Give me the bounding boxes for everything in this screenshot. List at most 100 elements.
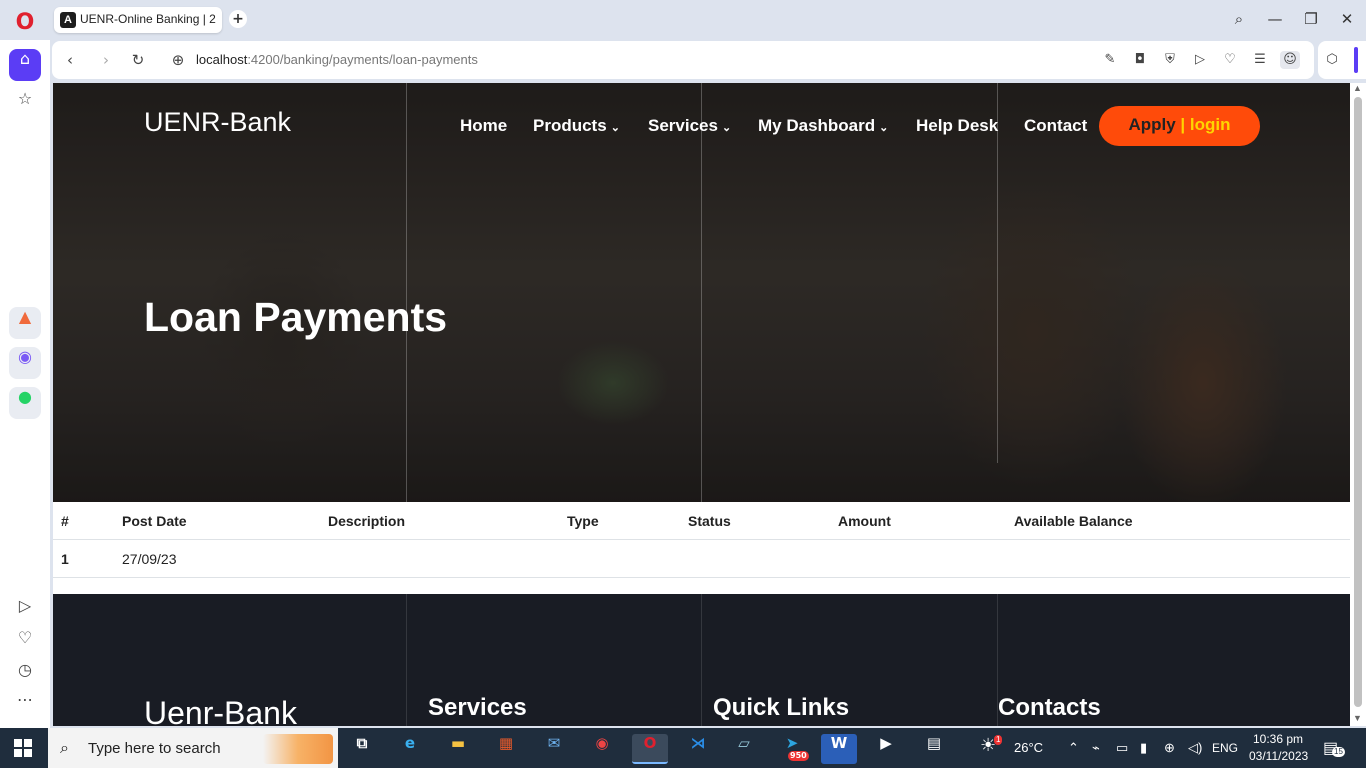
page-scrollbar[interactable]: ▲ ▼ bbox=[1350, 83, 1366, 726]
home-icon[interactable]: ⌂ bbox=[9, 49, 41, 81]
reload-button[interactable]: ↻ bbox=[127, 50, 149, 70]
nav-services-label: Services bbox=[648, 116, 718, 135]
easy-setup-icon[interactable]: ☰ bbox=[1250, 51, 1270, 69]
opera-taskbar-icon[interactable]: O bbox=[632, 734, 668, 764]
search-tabs-icon[interactable]: ⌕ bbox=[1224, 8, 1254, 30]
tray-chevron-up-icon[interactable]: ⌃ bbox=[1068, 740, 1079, 756]
url-path: :4200/banking/payments/loan-payments bbox=[247, 52, 478, 67]
nav-products[interactable]: Products ⌄ bbox=[533, 116, 620, 136]
telegram-badge: 950 bbox=[788, 751, 809, 761]
word-icon[interactable]: W bbox=[821, 734, 857, 764]
whatsapp-icon[interactable]: ● bbox=[9, 387, 41, 419]
task-view-icon[interactable]: ⧉ bbox=[344, 734, 380, 764]
page-title: Loan Payments bbox=[144, 294, 448, 340]
new-tab-button[interactable]: + bbox=[229, 10, 247, 28]
nav-contact[interactable]: Contact bbox=[1024, 116, 1087, 136]
notifications-icon[interactable]: ▤ 15 bbox=[1323, 738, 1345, 758]
chevron-down-icon: ⌄ bbox=[721, 122, 732, 134]
search-icon: ⌕ bbox=[60, 738, 69, 757]
grid-line bbox=[701, 594, 702, 726]
telegram-icon[interactable]: ➤ 950 bbox=[774, 734, 810, 764]
clock-date[interactable]: 03/11/2023 bbox=[1249, 749, 1308, 763]
taskbar-search-box[interactable]: ⌕ Type here to search bbox=[48, 728, 338, 768]
extensions-area: ⬡ bbox=[1318, 41, 1366, 79]
clock-time[interactable]: 10:36 pm bbox=[1253, 732, 1303, 746]
vscode-icon[interactable]: ⋊ bbox=[680, 734, 716, 764]
battery-icon[interactable]: ▮ bbox=[1140, 740, 1147, 756]
player-icon[interactable]: ▷ bbox=[9, 596, 41, 628]
nav-helpdesk[interactable]: Help Desk bbox=[916, 116, 998, 136]
messenger-icon[interactable]: ◉ bbox=[9, 347, 41, 379]
temperature[interactable]: 26°C bbox=[1014, 740, 1043, 755]
forward-button[interactable]: › bbox=[95, 50, 117, 70]
angular-favicon-icon: A bbox=[60, 12, 76, 28]
network-off-icon[interactable]: ⌁ bbox=[1092, 740, 1100, 756]
grid-line bbox=[997, 83, 998, 463]
url-field[interactable]: localhost:4200/banking/payments/loan-pay… bbox=[196, 52, 478, 67]
nav-services[interactable]: Services ⌄ bbox=[648, 116, 731, 136]
nav-products-label: Products bbox=[533, 116, 607, 135]
windows-start-icon[interactable] bbox=[14, 739, 32, 757]
site-info-globe-icon[interactable]: ⊕ bbox=[167, 50, 189, 70]
bookmark-heart-icon[interactable]: ♡ bbox=[1220, 51, 1240, 69]
chrome-icon[interactable]: ◉ bbox=[584, 734, 620, 764]
video-editor-icon[interactable]: ▤ bbox=[916, 734, 952, 764]
edge-browser-icon[interactable]: e bbox=[392, 734, 428, 764]
nav-dashboard[interactable]: My Dashboard ⌄ bbox=[758, 116, 888, 136]
browser-tab[interactable]: A UENR-Online Banking | 20 bbox=[54, 7, 222, 33]
opera-sidebar: ⌂ ☆ ▲ ◉ ● ▷ ♡ ◷ ⋯ bbox=[0, 40, 50, 728]
volume-icon[interactable]: ◁) bbox=[1188, 740, 1202, 756]
scrollbar-thumb[interactable] bbox=[1354, 97, 1362, 707]
send-icon[interactable]: ▷ bbox=[1190, 51, 1210, 69]
search-highlight-image bbox=[263, 734, 333, 764]
apply-login-separator: | bbox=[1180, 115, 1186, 134]
footer-heading-services: Services bbox=[428, 694, 527, 721]
column-header-number: # bbox=[61, 513, 69, 529]
file-explorer-icon[interactable]: ▬ bbox=[440, 734, 476, 764]
nav-contact-label: Contact bbox=[1024, 116, 1088, 135]
input-language[interactable]: ENG bbox=[1212, 741, 1238, 755]
table-divider bbox=[53, 539, 1350, 540]
pinboard-star-icon[interactable]: ☆ bbox=[9, 89, 41, 121]
mail-icon[interactable]: ✉ bbox=[536, 734, 572, 764]
nav-home-label: Home bbox=[460, 116, 508, 135]
weather-icon[interactable]: ☀ 1 bbox=[980, 735, 1003, 756]
extensions-cube-icon[interactable]: ⬡ bbox=[1322, 51, 1342, 69]
more-options-icon[interactable]: ⋯ bbox=[9, 690, 41, 722]
scroll-down-arrow-icon[interactable]: ▼ bbox=[1353, 713, 1362, 723]
favorites-heart-icon[interactable]: ♡ bbox=[9, 628, 41, 660]
site-brand[interactable]: UENR-Bank bbox=[144, 107, 291, 138]
page-viewport: UENR-Bank Home Products ⌄ Services ⌄ My Da… bbox=[53, 83, 1350, 726]
adblock-shield-icon[interactable]: ⛨ bbox=[1160, 51, 1180, 69]
column-header-post-date: Post Date bbox=[122, 513, 187, 529]
back-button[interactable]: ‹ bbox=[59, 50, 81, 70]
site-footer: Uenr-Bank Services Quick Links Contacts bbox=[53, 594, 1350, 726]
grid-line bbox=[406, 83, 407, 502]
apply-label[interactable]: Apply bbox=[1128, 115, 1175, 134]
close-window-button[interactable]: ✕ bbox=[1332, 8, 1362, 30]
profile-icon[interactable]: ☺ bbox=[1280, 51, 1300, 69]
sidebar-toggle-indicator[interactable] bbox=[1354, 47, 1358, 73]
footer-heading-contacts: Contacts bbox=[998, 694, 1101, 721]
taskbar-search-placeholder: Type here to search bbox=[88, 740, 221, 757]
nav-helpdesk-label: Help Desk bbox=[916, 116, 999, 135]
edit-icon[interactable]: ✎ bbox=[1100, 51, 1120, 69]
minimize-button[interactable]: — bbox=[1260, 8, 1290, 30]
camera-snapshot-icon[interactable]: ◘ bbox=[1130, 51, 1150, 69]
login-label[interactable]: login bbox=[1190, 115, 1231, 134]
apply-login-button[interactable]: Apply | login bbox=[1099, 106, 1260, 146]
microsoft-store-icon[interactable]: ▦ bbox=[488, 734, 524, 764]
media-player-icon[interactable]: ▶ bbox=[868, 734, 904, 764]
notes-app-icon[interactable]: ▱ bbox=[726, 734, 762, 764]
notification-count: 15 bbox=[1332, 747, 1345, 757]
restore-button[interactable]: ❐ bbox=[1296, 8, 1326, 30]
weather-badge: 1 bbox=[994, 735, 1003, 745]
aria-ai-icon[interactable]: ▲ bbox=[9, 307, 41, 339]
history-clock-icon[interactable]: ◷ bbox=[9, 660, 41, 692]
opera-logo-icon[interactable]: O bbox=[12, 10, 38, 36]
cell-post-date: 27/09/23 bbox=[122, 551, 177, 567]
meet-now-icon[interactable]: ▭ bbox=[1116, 740, 1128, 756]
globe-network-icon[interactable]: ⊕ bbox=[1164, 740, 1175, 756]
nav-home[interactable]: Home bbox=[460, 116, 507, 136]
scroll-up-arrow-icon[interactable]: ▲ bbox=[1353, 83, 1362, 93]
